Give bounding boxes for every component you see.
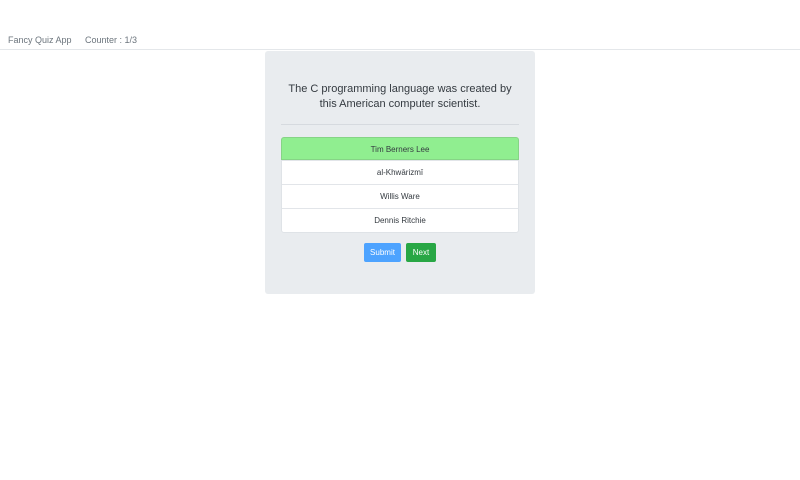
navbar: Fancy Quiz App Counter : 1/3 xyxy=(0,0,800,50)
answer-option-al-khwarizmi[interactable]: al-Khwārizmī xyxy=(282,160,518,184)
answer-option-tim-berners-lee[interactable]: Tim Berners Lee xyxy=(281,137,519,160)
answer-list: Tim Berners Lee al-Khwārizmī Willis Ware… xyxy=(281,137,519,233)
question-text: The C programming language was created b… xyxy=(288,83,512,110)
next-button[interactable]: Next xyxy=(406,243,436,262)
question-counter: Counter : 1/3 xyxy=(85,35,138,45)
quiz-card: The C programming language was created b… xyxy=(265,51,535,294)
answer-option-dennis-ritchie[interactable]: Dennis Ritchie xyxy=(282,208,518,232)
divider xyxy=(281,124,519,125)
action-buttons: Submit Next xyxy=(265,243,535,262)
quiz-page: Fancy Quiz App Counter : 1/3 The C progr… xyxy=(0,0,800,480)
submit-button[interactable]: Submit xyxy=(364,243,401,262)
app-brand[interactable]: Fancy Quiz App xyxy=(8,35,72,45)
answer-option-willis-ware[interactable]: Willis Ware xyxy=(282,184,518,208)
